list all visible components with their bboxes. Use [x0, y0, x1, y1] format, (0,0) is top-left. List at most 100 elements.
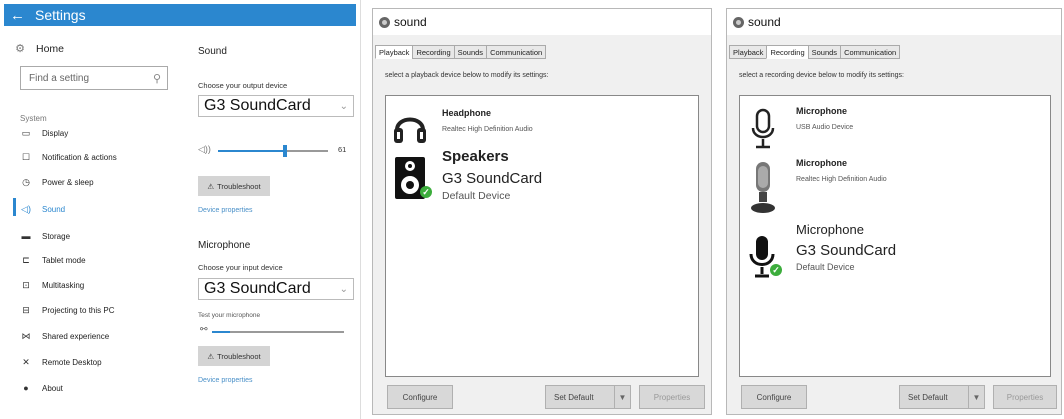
dialog-tabs: Playback Recording Sounds Communication [375, 45, 547, 59]
usb-microphone-icon [751, 108, 775, 149]
tab-communication[interactable]: Communication [486, 45, 547, 59]
settings-titlebar: ← Settings [4, 4, 356, 26]
troubleshoot-mic-button[interactable]: ⚠ Troubleshoot [198, 346, 270, 366]
warning-icon: ⚠ [207, 181, 215, 191]
sidebar-item-about[interactable]: ● About [20, 383, 63, 393]
device-item[interactable]: ✓ Microphone G3 SoundCard Default Device [740, 222, 1052, 292]
properties-button[interactable]: Properties [993, 385, 1057, 409]
device-status: Default Device [796, 262, 855, 272]
speaker-icon: ◁) [21, 204, 31, 214]
multitasking-icon: ⊡ [22, 280, 30, 290]
volume-track[interactable] [218, 145, 328, 157]
notification-icon: ☐ [21, 152, 31, 162]
device-name: Microphone [796, 106, 847, 116]
sound-settings-panel: Sound Choose your output device G3 Sound… [198, 26, 356, 415]
mic-level-track [212, 331, 344, 333]
gear-icon: ⚙ [15, 43, 25, 55]
mic-device-properties-link[interactable]: Device properties [198, 377, 252, 384]
tab-recording[interactable]: Recording [412, 45, 455, 59]
output-device-select[interactable]: G3 SoundCard ⌄ [198, 95, 354, 117]
sidebar-item-label: Notification & actions [42, 153, 117, 162]
output-label: Choose your output device [198, 81, 288, 90]
device-name: Microphone [796, 158, 847, 168]
sidebar-item-display[interactable]: ▭ Display [20, 128, 69, 139]
default-check-icon: ✓ [420, 186, 432, 198]
sound-dialog-playback: sound Playback Recording Sounds Communic… [372, 8, 712, 415]
sidebar-item-label: Shared experience [42, 332, 110, 341]
chevron-down-icon: ⌄ [339, 283, 348, 295]
chevron-down-icon[interactable]: ▼ [614, 386, 630, 408]
device-list: Headphone Realtec High Definition Audio … [385, 95, 699, 377]
troubleshoot-label: Troubleshoot [217, 181, 261, 191]
sidebar-item-label: Display [42, 129, 69, 138]
dialog-tabs: Playback Recording Sounds Communication [729, 45, 901, 59]
about-icon: ● [23, 383, 29, 393]
device-item[interactable]: Microphone Realtec High Definition Audio [740, 158, 1052, 222]
sidebar-item-sound[interactable]: ◁) Sound [20, 204, 65, 215]
device-driver: Realtec High Definition Audio [442, 126, 533, 133]
headphone-icon [394, 117, 426, 143]
sidebar-item-remote[interactable]: ✕ Remote Desktop [20, 357, 102, 368]
home-label: Home [36, 42, 65, 55]
back-arrow-icon[interactable]: ← [10, 7, 25, 24]
configure-button[interactable]: Configure [741, 385, 807, 409]
sidebar-item-label: Remote Desktop [42, 358, 102, 367]
search-input[interactable]: Find a setting ⚲ [20, 66, 168, 90]
sidebar-item-tablet[interactable]: ⊏ Tablet mode [20, 255, 86, 266]
settings-sidebar: ⚙ Home Find a setting ⚲ System ▭ Display… [4, 26, 184, 415]
sidebar-item-label: Tablet mode [42, 256, 86, 265]
volume-slider[interactable]: ◁)) 61 [198, 144, 356, 157]
active-indicator [13, 198, 16, 216]
sidebar-item-projecting[interactable]: ⊟ Projecting to this PC [20, 305, 114, 316]
device-driver: USB Audio Device [796, 124, 854, 131]
properties-button[interactable]: Properties [639, 385, 705, 409]
tab-sounds[interactable]: Sounds [453, 45, 488, 59]
device-item[interactable]: Headphone Realtec High Definition Audio [386, 104, 698, 154]
sidebar-item-label: About [42, 383, 63, 393]
studio-microphone-icon [751, 162, 775, 213]
chevron-down-icon[interactable]: ▼ [968, 386, 984, 408]
sidebar-item-label: Multitasking [42, 281, 85, 290]
tab-communication[interactable]: Communication [840, 45, 901, 59]
test-mic-label: Test your microphone [198, 312, 261, 319]
troubleshoot-label: Troubleshoot [217, 351, 261, 361]
tablet-icon: ⊏ [22, 255, 30, 265]
troubleshoot-button[interactable]: ⚠ Troubleshoot [198, 176, 270, 196]
instruction-text: select a playback device below to modify… [385, 72, 549, 79]
device-status: Default Device [442, 190, 511, 202]
search-icon: ⚲ [152, 72, 161, 85]
sidebar-item-shared[interactable]: ⋈ Shared experience [20, 331, 110, 342]
tab-playback[interactable]: Playback [375, 45, 414, 59]
device-properties-link[interactable]: Device properties [198, 207, 252, 214]
device-item[interactable]: ✓ Speakers G3 SoundCard Default Device [386, 148, 698, 208]
input-device-value: G3 SoundCard [204, 280, 311, 297]
configure-button[interactable]: Configure [387, 385, 453, 409]
sidebar-item-notifications[interactable]: ☐ Notification & actions [20, 152, 117, 163]
volume-thumb[interactable] [283, 145, 288, 157]
sidebar-item-label: Projecting to this PC [42, 306, 115, 315]
projecting-icon: ⊟ [22, 305, 30, 315]
tab-sounds[interactable]: Sounds [807, 45, 842, 59]
shared-icon: ⋈ [21, 331, 31, 341]
set-default-button[interactable]: Set Default ▼ [545, 385, 631, 409]
volume-value: 61 [338, 145, 347, 154]
panel-divider [360, 0, 361, 419]
sidebar-item-label: Sound [42, 205, 66, 214]
storage-icon: ▬ [21, 231, 31, 241]
sidebar-item-storage[interactable]: ▬ Storage [20, 231, 71, 241]
sidebar-home[interactable]: ⚙ Home [14, 42, 65, 56]
sidebar-item-power[interactable]: ◷ Power & sleep [20, 177, 94, 188]
remote-icon: ✕ [22, 357, 30, 367]
tab-recording[interactable]: Recording [766, 45, 809, 59]
set-default-button[interactable]: Set Default ▼ [899, 385, 985, 409]
device-driver: G3 SoundCard [796, 242, 897, 259]
dialog-titlebar: sound [727, 9, 1061, 35]
output-device-value: G3 SoundCard [204, 97, 311, 114]
sidebar-item-multitasking[interactable]: ⊡ Multitasking [20, 280, 84, 291]
device-item[interactable]: Microphone USB Audio Device [740, 102, 1052, 158]
input-device-select[interactable]: G3 SoundCard ⌄ [198, 278, 354, 300]
set-default-label: Set Default [554, 392, 594, 402]
tab-playback[interactable]: Playback [729, 45, 768, 59]
instruction-text: select a recording device below to modif… [739, 72, 904, 79]
power-icon: ◷ [22, 177, 30, 187]
